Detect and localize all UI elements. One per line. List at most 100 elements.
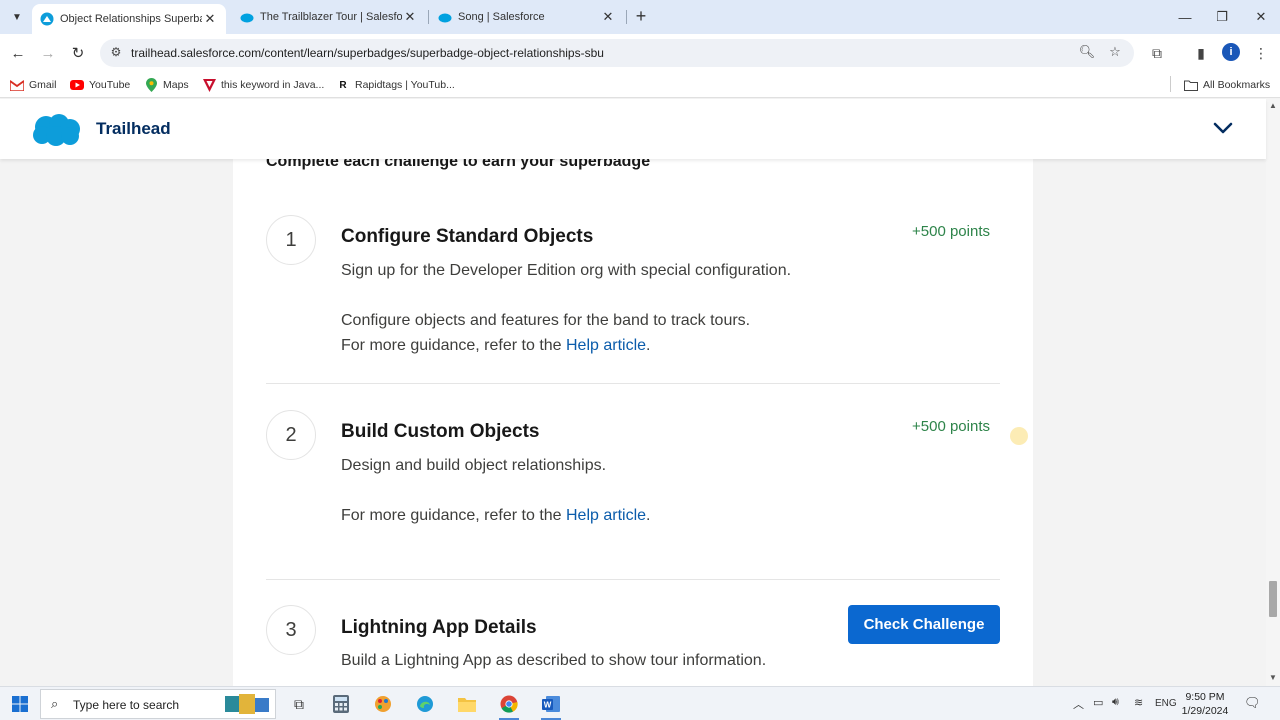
- scroll-down-icon[interactable]: ▼: [1266, 673, 1280, 685]
- file-explorer-icon[interactable]: [454, 691, 480, 717]
- challenge-divider: [266, 579, 1000, 580]
- url-text[interactable]: trailhead.salesforce.com/content/learn/s…: [131, 46, 604, 60]
- taskbar-search-placeholder: Type here to search: [73, 698, 180, 712]
- wifi-icon[interactable]: ≋: [1134, 696, 1143, 709]
- chrome-icon[interactable]: [496, 691, 522, 717]
- window-close-icon[interactable]: ✕: [1242, 0, 1280, 34]
- tab-title: Object Relationships Superbadge: [60, 13, 202, 25]
- clock-date: 1/29/2024: [1181, 705, 1229, 717]
- bookmark-label: Gmail: [29, 79, 57, 91]
- forward-arrow-icon[interactable]: →: [36, 41, 60, 65]
- challenge-divider: [266, 383, 1000, 384]
- new-tab-button[interactable]: +: [630, 6, 652, 28]
- guidance-prefix: For more guidance, refer to the: [341, 507, 566, 524]
- tab-search-chevron-icon[interactable]: ▼: [6, 6, 28, 28]
- search-icon: ⌕: [51, 696, 59, 711]
- back-arrow-icon[interactable]: ←: [6, 41, 30, 65]
- site-info-icon[interactable]: ⚙: [108, 45, 124, 61]
- volume-icon[interactable]: 🔊︎: [1112, 696, 1119, 709]
- restore-icon[interactable]: ❐: [1203, 0, 1241, 34]
- challenge-number: 1: [266, 215, 316, 265]
- cursor-highlight: [1010, 427, 1028, 445]
- site-logo-text[interactable]: Trailhead: [96, 119, 171, 139]
- browser-toolbar: ← → ↻ ⚙ trailhead.salesforce.com/content…: [0, 34, 1280, 72]
- search-highlight-art-icon: [225, 694, 269, 714]
- side-panel-icon[interactable]: ▮: [1190, 42, 1212, 64]
- folder-icon: [1184, 78, 1198, 92]
- challenge-points: +500 points: [912, 223, 990, 240]
- help-article-link[interactable]: Help article: [566, 507, 646, 524]
- language-indicator[interactable]: ENG: [1155, 698, 1177, 709]
- tab-object-relationships[interactable]: Object Relationships Superbadge ✕: [32, 4, 226, 34]
- bookmark-label: YouTube: [89, 79, 131, 91]
- challenge-guidance: For more guidance, refer to the Help art…: [341, 337, 650, 355]
- youtube-icon: [70, 78, 84, 92]
- guidance-prefix: For more guidance, refer to the: [341, 337, 566, 354]
- bookmark-maps[interactable]: Maps: [144, 77, 189, 93]
- notifications-icon[interactable]: 🗨︎: [1244, 695, 1261, 711]
- bookmark-youtube[interactable]: YouTube: [70, 77, 130, 93]
- challenge-number: 3: [266, 605, 316, 655]
- word-icon[interactable]: W: [538, 691, 564, 717]
- bookmark-label: All Bookmarks: [1203, 79, 1271, 91]
- tab-song[interactable]: Song | Salesforce ✕: [430, 0, 624, 34]
- bookmark-java-keyword[interactable]: this keyword in Java...: [202, 77, 324, 93]
- challenge-description: Sign up for the Developer Edition org wi…: [341, 262, 792, 279]
- bookmark-star-icon[interactable]: ☆: [1106, 44, 1124, 62]
- tab-close-icon[interactable]: ✕: [402, 9, 418, 25]
- bookmark-label: Maps: [163, 79, 189, 91]
- svg-text:W: W: [544, 701, 552, 710]
- page-scrollbar[interactable]: ▲ ▼: [1266, 99, 1280, 686]
- taskbar-clock[interactable]: 9:50 PM 1/29/2024: [1180, 690, 1230, 718]
- zoom-icon[interactable]: 🔍︎: [1078, 44, 1096, 62]
- salesforce-cloud-icon: [240, 13, 254, 23]
- challenge-number: 2: [266, 410, 316, 460]
- bookmark-rapidtags[interactable]: R Rapidtags | YouTub...: [336, 77, 455, 93]
- check-challenge-button[interactable]: Check Challenge: [848, 605, 1000, 644]
- clock-time: 9:50 PM: [1185, 691, 1225, 703]
- guidance-suffix: .: [646, 337, 651, 354]
- challenge-description: Build a Lightning App as described to sh…: [341, 652, 767, 669]
- calculator-icon[interactable]: [328, 691, 354, 717]
- tab-separator: [428, 10, 429, 24]
- battery-icon[interactable]: ▭: [1093, 696, 1103, 709]
- bookmarks-divider: [1170, 76, 1171, 92]
- more-menu-icon[interactable]: ⋮: [1250, 42, 1272, 64]
- scroll-up-icon[interactable]: ▲: [1266, 101, 1280, 113]
- rapidtags-r-icon: R: [339, 79, 347, 91]
- challenge-title: Build Custom Objects: [341, 421, 540, 442]
- paint-icon[interactable]: [370, 691, 396, 717]
- challenge-description: Configure objects and features for the b…: [341, 312, 751, 329]
- tray-chevron-up-icon[interactable]: ︿: [1073, 696, 1084, 712]
- all-bookmarks[interactable]: All Bookmarks: [1184, 77, 1270, 93]
- challenge-points: +500 points: [912, 418, 990, 435]
- minimize-icon[interactable]: —: [1166, 0, 1204, 34]
- extensions-icon[interactable]: ⧉: [1146, 42, 1168, 64]
- bookmark-label: this keyword in Java...: [221, 79, 325, 91]
- windows-taskbar: ⌕ Type here to search ⧉ W ︿ ▭ 🔊︎ ≋ ENG 9…: [0, 686, 1280, 720]
- salesforce-cloud-logo-icon[interactable]: [32, 113, 82, 147]
- tab-trailblazer-tour[interactable]: The Trailblazer Tour | Salesforce ✕: [232, 0, 426, 34]
- page-content: Complete each challenge to earn your sup…: [0, 159, 1266, 686]
- tab-close-icon[interactable]: ✕: [202, 11, 218, 27]
- bookmark-label: Rapidtags | YouTub...: [355, 79, 455, 91]
- profile-avatar[interactable]: i: [1222, 43, 1240, 61]
- address-bar[interactable]: ⚙ trailhead.salesforce.com/content/learn…: [100, 39, 1134, 67]
- tab-title: The Trailblazer Tour | Salesforce: [260, 11, 402, 23]
- gmail-icon: [10, 78, 24, 92]
- windows-start-icon[interactable]: [12, 696, 28, 712]
- salesforce-cloud-icon: [438, 13, 452, 23]
- bookmark-v-icon: [202, 78, 216, 92]
- taskbar-search[interactable]: ⌕ Type here to search: [40, 689, 276, 719]
- trailhead-favicon-icon: [40, 12, 54, 26]
- task-view-icon[interactable]: ⧉: [286, 691, 312, 717]
- bookmark-gmail[interactable]: Gmail: [10, 77, 56, 93]
- tab-separator: [626, 10, 627, 24]
- tab-close-icon[interactable]: ✕: [600, 9, 616, 25]
- chevron-down-icon[interactable]: [1212, 117, 1234, 139]
- reload-icon[interactable]: ↻: [66, 41, 90, 65]
- edge-browser-icon[interactable]: [412, 691, 438, 717]
- help-article-link[interactable]: Help article: [566, 337, 646, 354]
- challenge-description: Design and build object relationships.: [341, 457, 607, 474]
- scroll-thumb[interactable]: [1269, 581, 1277, 617]
